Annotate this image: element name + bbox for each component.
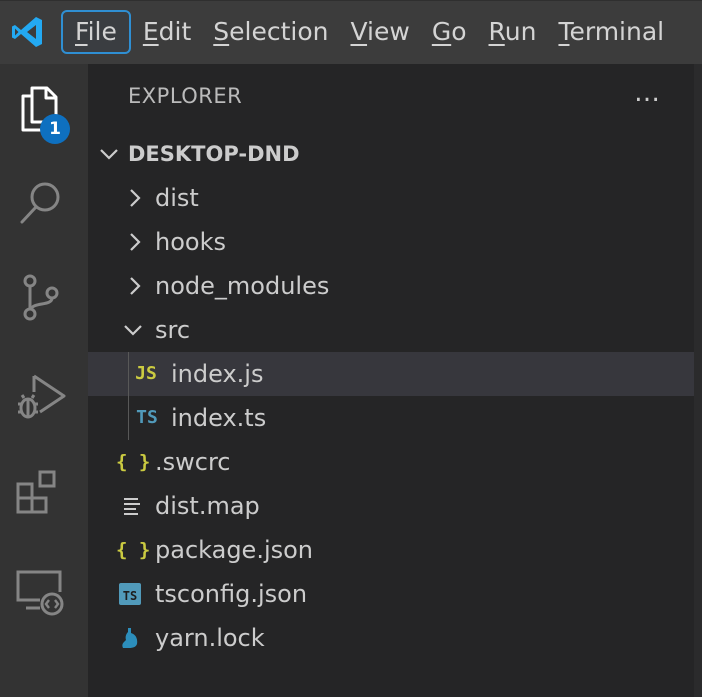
menu-edit-mnemonic: E: [142, 17, 159, 46]
folder-row-src[interactable]: src: [88, 308, 694, 352]
menu-view-rest: iew: [367, 17, 410, 46]
root-folder-label: DESKTOP-DND: [128, 142, 300, 166]
menu-terminal[interactable]: Terminal: [548, 10, 674, 54]
more-actions-button[interactable]: …: [634, 78, 661, 108]
extensions-icon[interactable]: [10, 462, 70, 522]
chevron-right-icon: [130, 189, 141, 207]
menu-run-mnemonic: R: [488, 17, 505, 46]
chevron-right-icon: [130, 233, 141, 251]
search-icon[interactable]: [10, 172, 70, 232]
menu-go-mnemonic: G: [431, 17, 452, 46]
menu-go-rest: o: [451, 17, 467, 46]
folder-row-node-modules[interactable]: node_modules: [88, 264, 694, 308]
vscode-logo-icon[interactable]: [9, 14, 45, 50]
menu-view[interactable]: View: [340, 10, 419, 54]
js-file-icon: JS: [135, 363, 157, 384]
tsconfig-icon: TS: [119, 583, 141, 605]
menu-run[interactable]: Run: [479, 10, 547, 54]
file-label: .swcrc: [155, 448, 231, 476]
json-braces-icon: { }: [116, 539, 151, 561]
chevron-down-icon: [100, 149, 118, 160]
file-row-index-ts[interactable]: TS index.ts: [88, 396, 694, 440]
chevron-down-icon: [124, 325, 142, 336]
menu-terminal-mnemonic: T: [558, 17, 570, 46]
menu-go[interactable]: Go: [422, 10, 477, 54]
activity-bar: 1: [0, 64, 88, 697]
root-folder-row[interactable]: DESKTOP-DND: [88, 132, 694, 176]
folder-row-hooks[interactable]: hooks: [88, 220, 694, 264]
menu-file-mnemonic: F: [75, 17, 88, 46]
menu-selection-mnemonic: S: [213, 17, 230, 46]
file-row-index-js[interactable]: JS index.js: [88, 352, 694, 396]
ts-file-icon: TS: [136, 407, 158, 428]
file-label: index.js: [171, 360, 264, 388]
menu-edit-rest: dit: [158, 17, 192, 46]
folder-label: src: [155, 316, 191, 344]
yarn-icon: [122, 628, 138, 648]
json-braces-icon: { }: [116, 451, 151, 473]
folder-row-dist[interactable]: dist: [88, 176, 694, 220]
file-label: yarn.lock: [155, 624, 265, 652]
indent-guide: [128, 352, 129, 440]
menu-selection-rest: election: [229, 17, 329, 46]
folder-label: node_modules: [155, 272, 330, 300]
menu-file[interactable]: File: [61, 10, 131, 54]
file-label: tsconfig.json: [155, 580, 308, 608]
file-row-package-json[interactable]: { } package.json: [88, 528, 694, 572]
explorer-sidebar: EXPLORER … DESKTOP-DND dist hooks node_m…: [88, 64, 702, 697]
source-control-icon[interactable]: [10, 264, 70, 324]
file-label: index.ts: [171, 404, 267, 432]
run-debug-icon[interactable]: [10, 364, 70, 424]
explorer-badge: 1: [40, 114, 70, 144]
file-label: package.json: [155, 536, 314, 564]
menu-bar: File Edit Selection View Go Run Terminal: [0, 0, 702, 64]
menu-terminal-rest: erminal: [569, 17, 665, 46]
menu-edit[interactable]: Edit: [133, 10, 201, 54]
file-row-dist-map[interactable]: dist.map: [88, 484, 694, 528]
menu-view-mnemonic: V: [350, 17, 368, 46]
remote-explorer-icon[interactable]: [10, 562, 70, 622]
file-row-tsconfig-json[interactable]: TS tsconfig.json: [88, 572, 694, 616]
menu-run-rest: un: [504, 17, 537, 46]
file-row-yarn-lock[interactable]: yarn.lock: [88, 616, 694, 660]
text-file-icon: [124, 498, 140, 515]
menu-file-rest: ile: [87, 17, 117, 46]
folder-label: dist: [155, 184, 199, 212]
folder-label: hooks: [155, 228, 226, 256]
menu-selection[interactable]: Selection: [203, 10, 338, 54]
sidebar-scrollbar[interactable]: [694, 64, 702, 697]
chevron-right-icon: [130, 277, 141, 295]
file-label: dist.map: [155, 492, 260, 520]
file-row-swcrc[interactable]: { } .swcrc: [88, 440, 694, 484]
explorer-title: EXPLORER: [128, 84, 243, 108]
